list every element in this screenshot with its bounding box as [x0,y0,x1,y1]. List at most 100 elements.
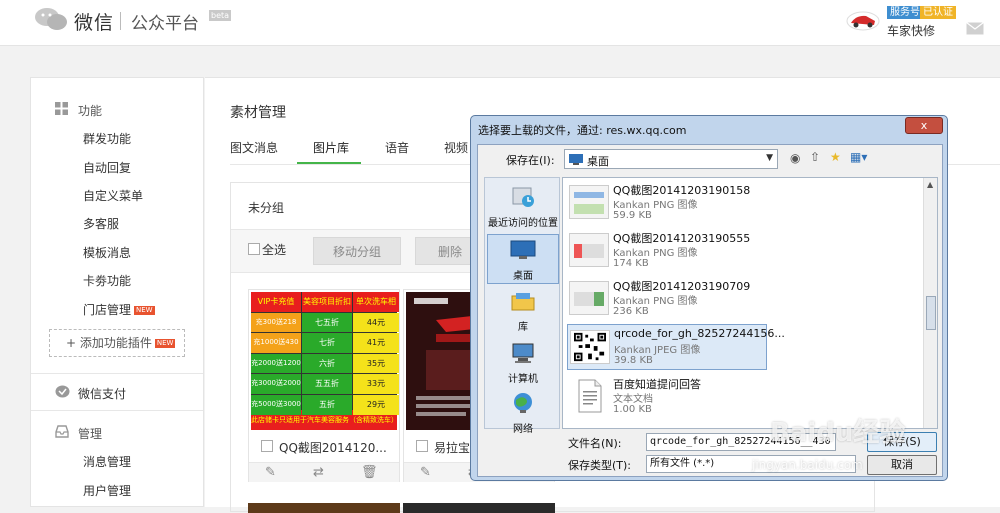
file-size: 59.9 KB [613,210,652,221]
text-document-icon [578,379,602,413]
poster-cell: 35元 [353,353,399,374]
select-all-label[interactable]: 全选 [262,241,286,258]
save-in-select[interactable]: 桌面 ▼ [564,149,778,169]
card-checkbox[interactable] [416,440,428,452]
file-type: 文本文档 [613,394,653,405]
thumb-bar [574,204,604,214]
file-list-scrollbar[interactable]: ▲ [923,178,937,428]
file-size: 39.8 KB [614,355,653,366]
filetype-label: 保存类型(T): [568,459,632,472]
thumb-bar [574,292,604,306]
scroll-up-icon[interactable]: ▲ [927,180,933,189]
tab-articles[interactable]: 图文消息 [230,139,278,156]
file-thumbnail [569,281,609,315]
sidebar-item-users[interactable]: 用户管理 [83,482,131,499]
account-avatar[interactable] [846,10,880,32]
tab-video[interactable]: 视频 [444,139,468,156]
file-thumbnail [569,185,609,219]
file-thumbnail [569,233,609,267]
sidebar: 功能 群发功能 自动回复 自定义菜单 多客服 模板消息 卡劵功能 门店管理 NEW… [30,77,204,507]
place-computer[interactable]: 计算机 [487,338,559,388]
file-item[interactable]: QQ截图20141203190555 Kankan PNG 图像 174 KB [567,228,767,274]
new-tag: NEW [134,306,155,315]
mail-icon[interactable] [966,22,984,35]
wallet-icon [55,385,70,398]
card-actions: ✎ ⇄ 🗑 [249,462,399,482]
select-all-checkbox[interactable] [248,243,260,255]
move-group-button[interactable]: 移动分组 [313,237,401,265]
place-network[interactable]: 网络 [487,388,559,438]
grid-icon [55,102,68,115]
trash-icon[interactable]: 🗑 [361,465,378,480]
desktop-icon [569,154,583,165]
price-poster-image: VIP卡充值 美容项目折扣率 单次洗车相当于 充300送218 七五折 44元 … [251,292,399,430]
file-type: Kankan PNG 图像 [613,296,698,307]
add-plugin-button[interactable]: + 添加功能插件 NEW [49,329,185,357]
scrollbar-thumb[interactable] [926,296,936,330]
sidebar-item-messages[interactable]: 消息管理 [83,453,131,470]
poster-cell: 充1000送430 [251,333,301,353]
account-name[interactable]: 车家快修 [887,22,935,39]
add-plugin-label: 添加功能插件 [79,336,152,350]
back-icon[interactable]: ◉ [790,151,800,165]
place-label: 最近访问的位置 [488,218,558,229]
top-bar: 微信 公众平台 beta 服务号 已认证 车家快修 [0,0,1000,46]
edit-icon[interactable]: ✎ [265,465,276,480]
qr-code-thumbnail [570,330,610,364]
save-in-value: 桌面 [587,155,609,168]
sidebar-item-custom-menu[interactable]: 自定义菜单 [83,187,143,204]
image-card[interactable]: VIP卡充值 美容项目折扣率 单次洗车相当于 充300送218 七五折 44元 … [248,289,400,482]
file-item[interactable]: QQ截图20141203190158 Kankan PNG 图像 59.9 KB [567,180,767,226]
poster-cell: VIP卡充值 [251,292,301,312]
cancel-button[interactable]: 取消 [867,455,937,475]
edit-icon[interactable]: ✎ [420,465,431,480]
place-libraries[interactable]: 库 [487,286,559,336]
sidebar-item-card[interactable]: 卡劵功能 [83,272,131,289]
poster-cell: 七折 [302,333,352,353]
places-bar: 最近访问的位置 桌面 库 计算机 网络 [484,177,560,435]
file-item[interactable]: QQ截图20141203190709 Kankan PNG 图像 236 KB [567,276,767,322]
file-list: QQ截图20141203190158 Kankan PNG 图像 59.9 KB… [562,177,938,429]
sidebar-item-mass-send[interactable]: 群发功能 [83,130,131,147]
sidebar-item-multi-service[interactable]: 多客服 [83,215,119,232]
service-badge: 服务号 [887,6,923,19]
tab-images[interactable]: 图片库 [313,139,349,156]
image-card-partial [248,503,400,513]
poster-cell: 充2000送1200 [251,353,301,374]
poster-cell: 单次洗车相当于 [353,292,399,325]
move-icon[interactable]: ⇄ [313,465,324,480]
place-label: 网络 [513,424,533,435]
file-item[interactable]: 百度知道提问回答 文本文档 1.00 KB [567,374,767,420]
beta-badge: beta [209,10,232,21]
place-desktop[interactable]: 桌面 [487,234,559,284]
new-folder-icon[interactable]: ★ [830,150,841,164]
card-checkbox[interactable] [261,440,273,452]
card-name: QQ截图2014120... [279,441,387,455]
poster-cell: 充3000送2000 [251,374,301,394]
desktop-icon [510,240,536,259]
sidebar-item-store[interactable]: 门店管理 NEW [83,301,155,318]
place-label: 库 [518,322,528,333]
view-menu-icon[interactable]: ▦▾ [850,150,867,164]
file-size: 236 KB [613,306,649,317]
file-type: Kankan PNG 图像 [613,200,698,211]
filename-label: 文件名(N): [568,437,622,450]
sidebar-item-auto-reply[interactable]: 自动回复 [83,159,131,176]
thumb-bar [574,244,604,258]
poster-cell: 33元 [353,374,399,394]
image-card-partial [403,503,555,513]
sidebar-group-features: 功能 [78,104,103,118]
network-icon [514,393,532,413]
up-folder-icon[interactable]: ⇧ [810,150,820,164]
file-item-selected[interactable]: qrcode_for_gh_82527244156... Kankan JPEG… [567,324,785,370]
tab-voice[interactable]: 语音 [385,139,409,156]
sidebar-item-template-msg[interactable]: 模板消息 [83,244,131,261]
baidu-watermark-url: jingyan.baidu.com [752,458,863,472]
recent-places-icon [512,187,534,207]
file-type: Kankan PNG 图像 [613,248,698,259]
sidebar-group-pay[interactable]: 微信支付 [78,385,126,402]
place-recent[interactable]: 最近访问的位置 [487,182,559,232]
inbox-icon [55,425,69,438]
close-button[interactable]: x [905,117,943,134]
group-name: 未分组 [248,201,285,215]
